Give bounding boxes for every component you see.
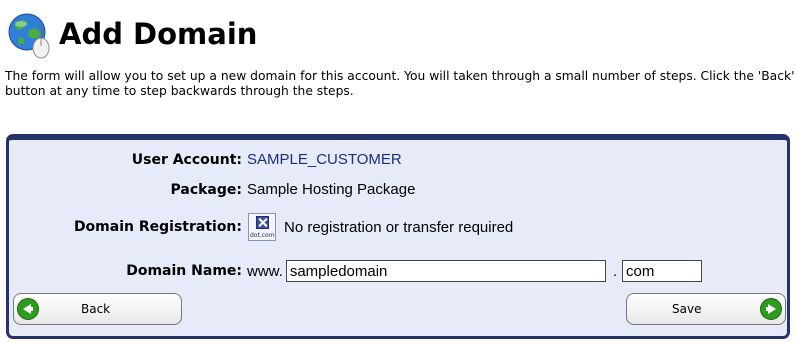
user-account-label: User Account: xyxy=(131,151,242,168)
back-button-label: Back xyxy=(81,302,111,316)
package-row: Package: Sample Hosting Package xyxy=(9,181,415,198)
package-value: Sample Hosting Package xyxy=(247,181,416,198)
dot-com-icon[interactable]: dot.com xyxy=(248,213,276,241)
domain-name-row: Domain Name: www. . xyxy=(9,259,703,283)
globe-mouse-icon xyxy=(5,10,55,60)
add-domain-form-panel: User Account: SAMPLE_CUSTOMER Package: S… xyxy=(6,134,790,339)
save-button[interactable]: Save xyxy=(626,293,786,325)
domain-registration-row: Domain Registration: dot.com No registra… xyxy=(9,212,513,242)
save-button-label: Save xyxy=(672,302,702,316)
domain-separator: . xyxy=(612,262,618,280)
page-title: Add Domain xyxy=(59,17,258,51)
tld-input[interactable] xyxy=(622,260,703,282)
page-header: Add Domain xyxy=(5,10,257,60)
domain-registration-label: Domain Registration: xyxy=(73,219,242,235)
forward-arrow-icon xyxy=(760,298,782,320)
package-label: Package: xyxy=(170,181,242,198)
back-button[interactable]: Back xyxy=(13,293,182,325)
domain-name-input[interactable] xyxy=(285,260,606,282)
dot-com-icon-label: dot.com xyxy=(250,232,275,239)
domain-registration-value: No registration or transfer required xyxy=(284,218,514,236)
back-arrow-icon xyxy=(17,298,39,320)
domain-name-label: Domain Name: xyxy=(126,263,242,279)
user-account-value: SAMPLE_CUSTOMER xyxy=(247,151,402,168)
page-description: The form will allow you to set up a new … xyxy=(5,69,795,98)
user-account-row: User Account: SAMPLE_CUSTOMER xyxy=(9,151,402,168)
www-prefix: www. xyxy=(247,262,283,280)
